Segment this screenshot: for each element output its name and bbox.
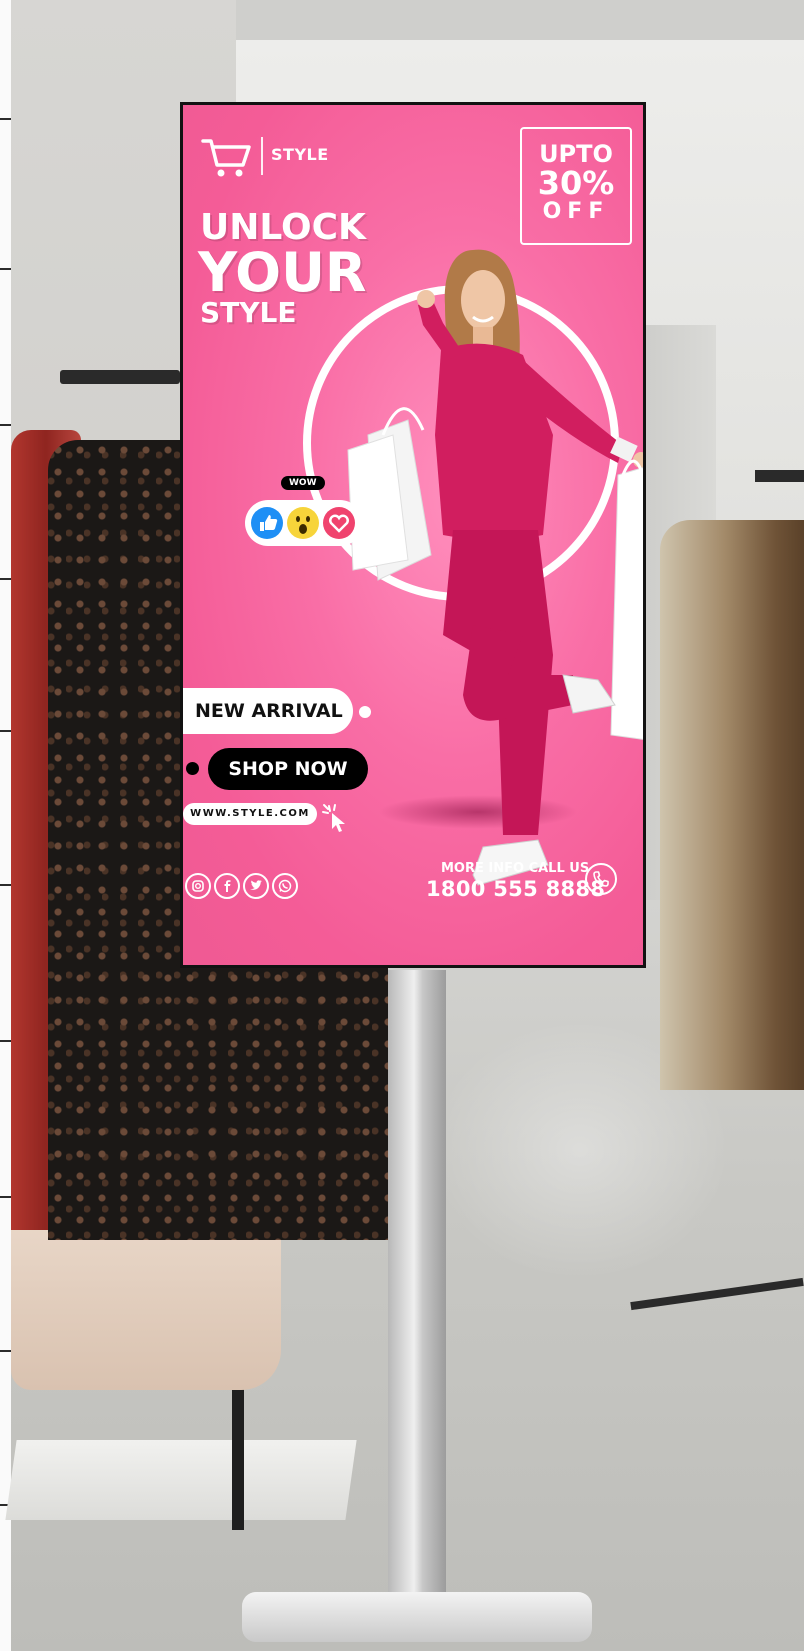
cream-garments <box>11 1220 281 1390</box>
logo-divider <box>261 137 263 175</box>
cursor-click-icon <box>322 804 345 832</box>
website-url: WWW.STYLE.COM <box>183 803 317 825</box>
love-reaction-icon <box>323 507 355 539</box>
clothing-rack-bar <box>60 370 180 384</box>
whatsapp-icon <box>272 873 298 899</box>
edge-mark <box>0 424 11 426</box>
discount-badge: UPTO 30% OFF <box>520 127 632 245</box>
like-reaction-icon <box>251 507 283 539</box>
rack-base <box>5 1440 357 1520</box>
shop-now-dot <box>186 762 199 775</box>
wow-label: WOW <box>281 476 325 490</box>
cart-icon <box>201 139 251 177</box>
twitter-icon <box>243 873 269 899</box>
reaction-dot <box>373 518 383 528</box>
info-label: MORE INFO CALL US <box>441 861 590 876</box>
new-arrival-banner: NEW ARRIVAL <box>183 688 353 734</box>
headline-style: STYLE <box>200 296 297 329</box>
wow-reaction-icon <box>287 507 319 539</box>
edge-mark <box>0 1040 11 1042</box>
right-coats <box>660 520 804 1090</box>
display-stand-base <box>242 1592 592 1642</box>
edge-mark <box>0 268 11 270</box>
phone-number: 1800 555 8888 <box>426 877 606 901</box>
brand-logo-text: STYLE <box>271 145 329 164</box>
offer-off: OFF <box>542 199 610 224</box>
banner-dot <box>359 706 371 718</box>
edge-mark <box>0 118 11 120</box>
reaction-bar <box>245 500 363 546</box>
instagram-icon <box>185 873 211 899</box>
edge-mark <box>0 730 11 732</box>
edge-mark <box>0 1350 11 1352</box>
digital-signage-poster: STYLE UPTO 30% OFF UNLOCK YOUR STYLE WOW… <box>183 105 643 965</box>
display-stand-pole <box>388 970 446 1600</box>
store-scene: STYLE UPTO 30% OFF UNLOCK YOUR STYLE WOW… <box>0 0 804 1651</box>
phone-icon <box>585 863 617 895</box>
edge-mark <box>0 884 11 886</box>
shop-now-button: SHOP NOW <box>208 748 368 790</box>
ceiling <box>236 0 804 40</box>
edge-mark <box>0 1196 11 1198</box>
offer-percent: 30% <box>537 164 615 202</box>
model-photo <box>347 249 643 886</box>
facebook-icon <box>214 873 240 899</box>
right-rack-bar <box>755 470 804 482</box>
edge-mark <box>0 578 11 580</box>
